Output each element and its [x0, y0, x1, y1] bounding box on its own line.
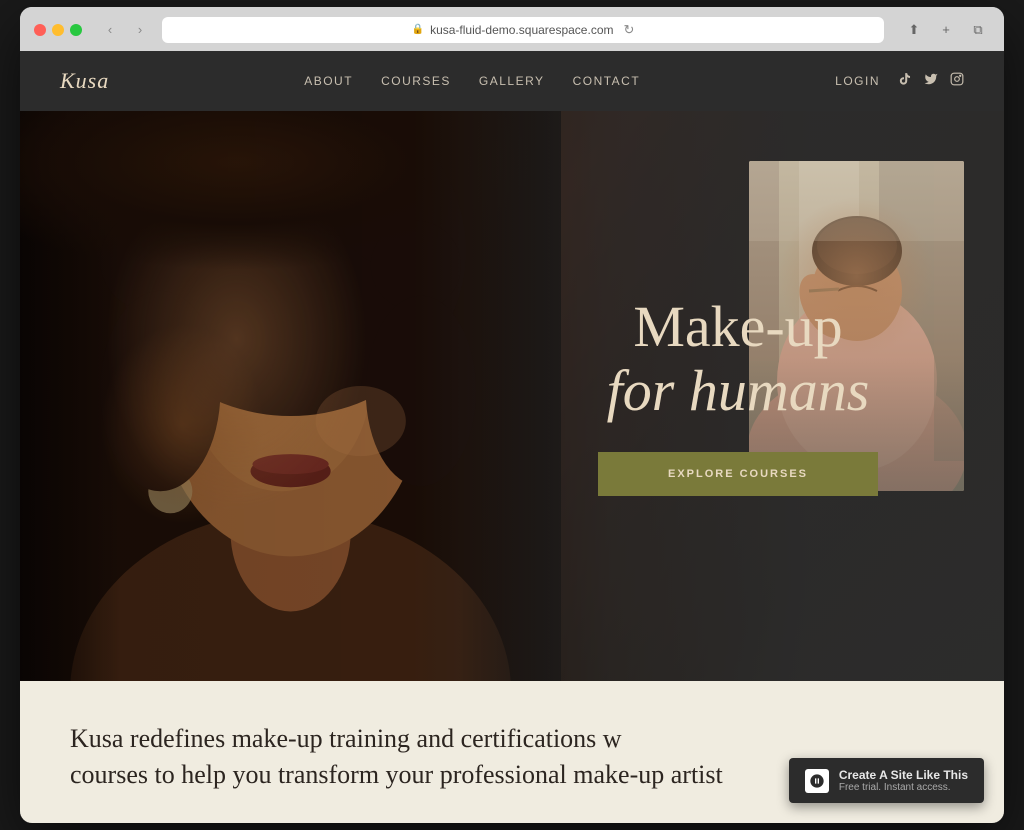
nav-gallery[interactable]: GALLERY	[479, 74, 545, 88]
reload-icon[interactable]: ↻	[623, 22, 634, 38]
address-bar[interactable]: 🔒 kusa-fluid-demo.squarespace.com ↻	[162, 17, 884, 43]
new-tab-button[interactable]: +	[934, 20, 958, 40]
below-hero-line2: courses to help you transform your profe…	[70, 760, 723, 789]
site-logo[interactable]: Kusa	[60, 68, 109, 94]
hero-section: Make-up for humans EXPLORE COURSES	[20, 111, 1004, 681]
share-button[interactable]: ⬆	[902, 20, 926, 40]
below-hero-line1: Kusa redefines make-up training and cert…	[70, 724, 622, 753]
site-navigation: Kusa ABOUT COURSES GALLERY CONTACT LOGIN	[20, 51, 1004, 111]
traffic-lights	[34, 24, 82, 36]
hero-title-line2: for humans	[607, 359, 870, 423]
social-icons	[898, 72, 964, 89]
tiktok-icon[interactable]	[898, 72, 912, 89]
browser-window: ‹ › 🔒 kusa-fluid-demo.squarespace.com ↻ …	[20, 7, 1004, 824]
minimize-button[interactable]	[52, 24, 64, 36]
hero-content: Make-up for humans EXPLORE COURSES	[512, 111, 1004, 681]
windows-button[interactable]: ⧉	[966, 20, 990, 40]
browser-chrome: ‹ › 🔒 kusa-fluid-demo.squarespace.com ↻ …	[20, 7, 1004, 51]
hero-title-line1: Make-up	[607, 295, 870, 359]
browser-actions: ⬆ + ⧉	[902, 20, 990, 40]
back-button[interactable]: ‹	[98, 20, 122, 40]
nav-courses[interactable]: COURSES	[381, 74, 451, 88]
hero-title: Make-up for humans	[607, 295, 870, 423]
login-link[interactable]: LOGIN	[835, 74, 880, 88]
nav-right: LOGIN	[835, 72, 964, 89]
squarespace-logo	[805, 769, 829, 793]
squarespace-badge[interactable]: Create A Site Like This Free trial. Inst…	[789, 758, 984, 803]
badge-main-text: Create A Site Like This	[839, 768, 968, 782]
fullscreen-button[interactable]	[70, 24, 82, 36]
explore-courses-button[interactable]: EXPLORE COURSES	[598, 452, 878, 496]
nav-links: ABOUT COURSES GALLERY CONTACT	[304, 72, 640, 90]
twitter-icon[interactable]	[924, 72, 938, 89]
forward-button[interactable]: ›	[128, 20, 152, 40]
website: Kusa ABOUT COURSES GALLERY CONTACT LOGIN	[20, 51, 1004, 824]
badge-text: Create A Site Like This Free trial. Inst…	[839, 768, 968, 793]
instagram-icon[interactable]	[950, 72, 964, 89]
lock-icon: 🔒	[412, 24, 424, 35]
browser-nav: ‹ ›	[98, 20, 152, 40]
close-button[interactable]	[34, 24, 46, 36]
nav-about[interactable]: ABOUT	[304, 74, 353, 88]
below-hero-text: Kusa redefines make-up training and cert…	[70, 721, 820, 794]
url-text: kusa-fluid-demo.squarespace.com	[430, 23, 613, 37]
nav-contact[interactable]: CONTACT	[573, 74, 641, 88]
badge-sub-text: Free trial. Instant access.	[839, 782, 968, 793]
hero-wrapper: Make-up for humans EXPLORE COURSES Kusa …	[20, 111, 1004, 824]
